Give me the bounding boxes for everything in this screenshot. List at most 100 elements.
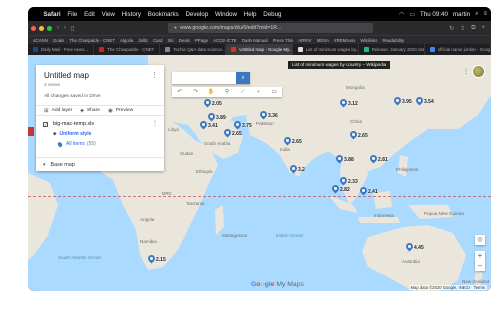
favorite-item[interactable]: Goals: [53, 38, 64, 43]
favorite-item[interactable]: ARRIV: [298, 38, 311, 43]
layer-options-icon[interactable]: ⋮: [152, 120, 158, 127]
menu-window[interactable]: Window: [215, 11, 237, 18]
favorite-item[interactable]: The Chaspalde - CNET: [69, 38, 115, 43]
menu-help[interactable]: Help: [244, 11, 257, 18]
favorite-item[interactable]: ACCE-ICTE: [213, 38, 237, 43]
map-attribution[interactable]: Map data ©2020 Google, INEGI · Terms: [408, 285, 487, 290]
map-pin-icon[interactable]: [360, 187, 367, 196]
favorite-item[interactable]: Algolia: [120, 38, 133, 43]
zoom-window-button[interactable]: [47, 25, 52, 31]
wifi-icon[interactable]: ◠: [399, 11, 404, 18]
map-pin-icon[interactable]: [340, 99, 347, 108]
add-layer-button[interactable]: ⊞ Add layer: [44, 108, 72, 114]
menu-list-icon[interactable]: ≡: [483, 11, 487, 17]
tab-daily-mail[interactable]: Daily Mail - Free news...: [28, 44, 95, 55]
menu-bookmarks[interactable]: Bookmarks: [148, 11, 179, 18]
tab-untitled-map[interactable]: Untitled map - Google My...: [226, 44, 293, 55]
favorite-item[interactable]: Press This: [273, 38, 294, 43]
map-pin-icon[interactable]: [370, 155, 377, 164]
back-icon[interactable]: ‹: [57, 25, 59, 31]
tab-release[interactable]: Release: January 2020 data...: [359, 44, 425, 55]
map-pin-icon[interactable]: [394, 97, 401, 106]
map-pin-icon[interactable]: [416, 97, 423, 106]
draw-line-icon[interactable]: ⟋: [235, 89, 251, 96]
tab-google-search[interactable]: official name jordan - Google...: [425, 44, 491, 55]
battery-icon[interactable]: ▭: [409, 11, 415, 18]
forward-icon[interactable]: ›: [64, 25, 66, 31]
menu-develop[interactable]: Develop: [185, 11, 208, 18]
redo-icon[interactable]: ↷: [188, 89, 204, 95]
map-pin-icon[interactable]: [284, 137, 291, 146]
favorite-item[interactable]: PPage: [195, 38, 208, 43]
user-name[interactable]: martin: [453, 11, 470, 18]
menu-view[interactable]: View: [102, 11, 115, 18]
more-options-icon[interactable]: ⋮: [151, 71, 158, 79]
reload-icon[interactable]: ↻: [449, 25, 454, 32]
menu-file[interactable]: File: [67, 11, 77, 18]
favorite-item[interactable]: Deals: [179, 38, 190, 43]
menu-history[interactable]: History: [122, 11, 141, 18]
favorite-item[interactable]: 4CANN: [33, 38, 48, 43]
menu-app[interactable]: Safari: [43, 11, 60, 18]
sidebar-icon[interactable]: ▯: [71, 25, 74, 32]
clock[interactable]: Thu 09:40: [420, 11, 448, 18]
map-pin-icon[interactable]: [234, 121, 241, 130]
map-pin-icon[interactable]: [204, 99, 211, 108]
favicon-icon: [99, 47, 105, 52]
search-input[interactable]: ⌕: [172, 72, 250, 84]
favorite-item[interactable]: Card: [153, 38, 163, 43]
map-pin-icon[interactable]: [208, 113, 215, 122]
favorite-item[interactable]: Jalliz: [138, 38, 148, 43]
address-bar[interactable]: ● www.google.com/maps/d/u/0/edit?mid=1R.…: [168, 23, 373, 33]
favorite-item[interactable]: #REMsuss: [334, 38, 355, 43]
hand-icon[interactable]: ✋: [203, 89, 219, 95]
marker-icon[interactable]: ⚲: [219, 89, 235, 95]
tab-cnet[interactable]: The Chaspadde - CNET: [94, 44, 161, 55]
layer-visibility-checkbox[interactable]: ✓: [43, 122, 48, 127]
tab-wikipedia[interactable]: List of minimum wages by...: [293, 44, 359, 55]
undo-icon[interactable]: ↶: [172, 89, 188, 95]
menu-edit[interactable]: Edit: [84, 11, 95, 18]
tab-techie[interactable]: Techie Q&A data science...: [160, 44, 227, 55]
apps-grid-icon[interactable]: ⋮: [463, 68, 469, 75]
minimize-window-button[interactable]: [39, 25, 44, 31]
map-pin-icon[interactable]: [406, 243, 413, 252]
map-pin-icon[interactable]: [200, 121, 207, 130]
preview-button[interactable]: ◉ Preview: [108, 108, 133, 114]
map-pin-icon[interactable]: [336, 155, 343, 164]
map-canvas[interactable]: Libya South Arabia Pakistan India Sudan …: [28, 55, 491, 291]
base-map-section[interactable]: ▾ Base map: [36, 157, 164, 171]
ruler-icon[interactable]: ▭: [266, 89, 282, 95]
map-pin-icon[interactable]: [290, 165, 297, 174]
zoom-out-button[interactable]: −: [475, 261, 485, 271]
map-pin-icon[interactable]: [260, 111, 267, 120]
close-window-button[interactable]: [31, 25, 36, 31]
layer-style-button[interactable]: ⬥ Uniform style: [53, 131, 91, 137]
map-pin-icon[interactable]: [148, 255, 155, 264]
share-button[interactable]: ♣ Share: [80, 108, 100, 114]
map-pin-icon[interactable]: [340, 177, 347, 186]
my-location-button[interactable]: ◎: [475, 235, 485, 245]
map-pin-icon[interactable]: [224, 129, 231, 138]
search-icon[interactable]: ⌕: [475, 11, 478, 18]
menu-debug[interactable]: Debug: [263, 11, 281, 18]
map-title[interactable]: Untitled map: [44, 71, 89, 80]
favorite-item[interactable]: MESA: [317, 38, 329, 43]
menu-bar: Safari File Edit View History Bookmarks …: [28, 7, 491, 21]
favorite-item[interactable]: Ski: [168, 38, 174, 43]
avatar[interactable]: [472, 65, 485, 78]
favorite-item[interactable]: Readability: [382, 38, 404, 43]
tabs-overview-icon[interactable]: ⧉: [471, 25, 475, 32]
favorite-item[interactable]: Dash Manual: [242, 38, 268, 43]
new-tab-icon[interactable]: +: [481, 25, 485, 31]
directions-icon[interactable]: ⑂: [251, 89, 267, 95]
all-items-link[interactable]: All items (55): [56, 140, 96, 148]
share-icon[interactable]: ⇪: [460, 25, 465, 32]
map-pin-icon[interactable]: [350, 131, 357, 140]
map-pin-icon[interactable]: [332, 185, 339, 194]
zoom-in-button[interactable]: +: [475, 251, 485, 261]
search-button[interactable]: ⌕: [236, 72, 250, 84]
layer-name[interactable]: big-mac-temp.xls: [53, 121, 94, 127]
favorite-item[interactable]: Wikilinks: [360, 38, 377, 43]
pin-value: 2.82: [340, 187, 350, 193]
